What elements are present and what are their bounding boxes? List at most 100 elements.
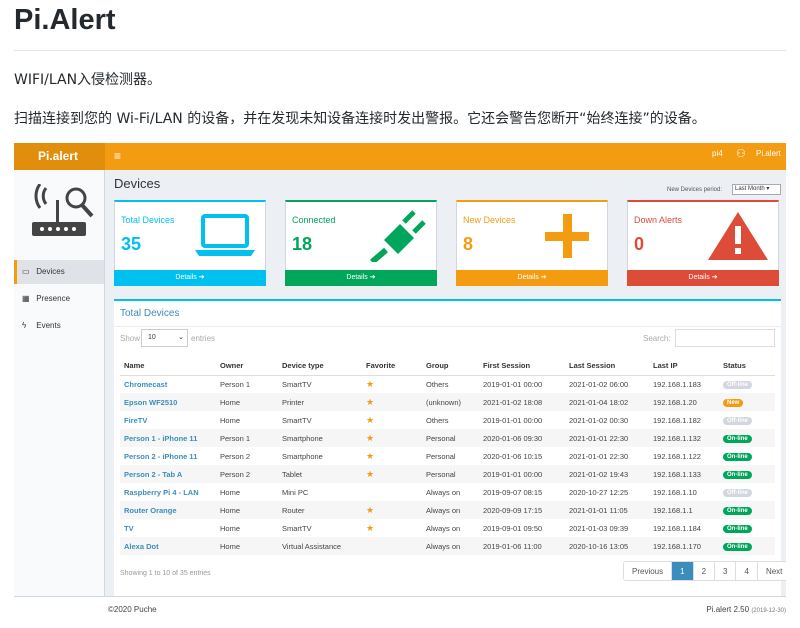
details-link[interactable]: Details ➔	[627, 270, 779, 286]
cell-status: On-line	[719, 447, 775, 465]
status-badge: On-line	[723, 453, 752, 461]
menu-toggle-icon[interactable]: ≡	[114, 148, 121, 165]
favorite-star-icon	[362, 483, 422, 501]
cell-group: (unknown)	[422, 393, 479, 411]
cell-type: Printer	[278, 393, 362, 411]
column-header[interactable]: Status	[719, 357, 775, 376]
column-header[interactable]: Group	[422, 357, 479, 376]
column-header[interactable]: First Session	[479, 357, 565, 376]
cell-type: SmartTV	[282, 379, 312, 389]
cell-owner: Home	[216, 537, 278, 555]
favorite-star-icon: ★	[366, 414, 375, 425]
panel-divider	[114, 326, 781, 327]
cell-ip: 192.168.1.1	[649, 501, 719, 519]
cell-first: 2020-01-06 10:15	[483, 451, 543, 461]
stat-value: 0	[634, 234, 645, 254]
cell-last: 2021-01-01 22:30	[569, 451, 629, 461]
cell-name[interactable]: Person 1 - iPhone 11	[120, 429, 216, 447]
cell-name[interactable]: TV	[120, 519, 216, 537]
page-button[interactable]: 4	[735, 562, 757, 580]
column-header[interactable]: Favorite	[362, 357, 422, 376]
column-header[interactable]: Name	[120, 357, 216, 376]
bolt-icon: ϟ	[22, 321, 27, 330]
period-select[interactable]: Last Month ▾	[732, 184, 781, 195]
cell-owner: Home	[216, 501, 278, 519]
table-row[interactable]: Alexa Dot Home Virtual Assistance Always on…	[120, 537, 775, 555]
cell-status: On-line	[719, 519, 775, 537]
entries-select[interactable]: 10 ⌄	[141, 329, 188, 347]
cell-type: Tablet	[278, 465, 362, 483]
calendar-icon: ▦	[22, 294, 30, 303]
sidebar-item-devices[interactable]: ▭ Devices	[14, 260, 104, 284]
cell-type: Router	[278, 501, 362, 519]
cell-name[interactable]: Alexa Dot	[120, 537, 216, 555]
stat-value: 18	[292, 234, 313, 254]
cell-name[interactable]: Epson WF2510	[120, 393, 216, 411]
cell-group: Always on	[422, 501, 479, 519]
sidebar-item-events[interactable]: ϟ Events	[14, 314, 104, 338]
sidebar-item-presence[interactable]: ▦ Presence	[14, 287, 104, 311]
users-icon[interactable]: ⚇	[736, 147, 746, 160]
table-row[interactable]: FireTV Home SmartTV ★ Others 2019-01-01 00:00…	[120, 411, 775, 429]
entries-label: entries	[191, 334, 216, 343]
page-button[interactable]: 2	[692, 562, 715, 580]
search-input[interactable]	[675, 329, 775, 347]
cell-owner: Home	[216, 393, 278, 411]
cell-status: Off-line	[719, 411, 775, 429]
stat-card-new[interactable]: New Devices 8 Details ➔	[456, 200, 608, 286]
plug-icon	[370, 210, 426, 262]
cell-group: Personal	[422, 465, 479, 483]
table-row[interactable]: Raspberry Pi 4 - LAN Home Mini PC Always on…	[120, 483, 775, 501]
page-button[interactable]: 3	[714, 562, 736, 580]
brand-logo[interactable]: Pi.alert	[14, 143, 105, 170]
user-menu[interactable]: Pi.alert	[756, 149, 781, 158]
favorite-star-icon	[362, 537, 422, 555]
cell-first: 2019-01-01 00:00	[483, 415, 543, 425]
readme-title: Pi.Alert	[14, 4, 116, 36]
table-row[interactable]: Chromecast Person 1 SmartTV ★ Others 2019-01-…	[120, 375, 775, 393]
stat-value: 35	[121, 234, 142, 254]
stat-card-connected[interactable]: Connected 18 Details ➔	[285, 200, 437, 286]
copyright-text: ©2020 Puche	[108, 605, 157, 614]
table-row[interactable]: Router Orange Home Router ★ Always on 2020-09…	[120, 501, 775, 519]
cell-status: Off-line	[719, 483, 775, 501]
cell-name[interactable]: Chromecast	[120, 375, 216, 393]
cell-first: 2019-09-07 08:15	[483, 487, 543, 497]
status-badge: On-line	[723, 543, 752, 551]
cell-name[interactable]: Person 2 - iPhone 11	[120, 447, 216, 465]
cell-group: Others	[426, 379, 449, 389]
page-title: Devices	[114, 176, 161, 191]
cell-group: Personal	[426, 451, 456, 461]
stat-card-down[interactable]: Down Alerts 0 Details ➔	[627, 200, 779, 286]
details-link[interactable]: Details ➔	[285, 270, 437, 286]
cell-name[interactable]: FireTV	[120, 411, 216, 429]
cell-ip: 192.168.1.170	[649, 537, 719, 555]
previous-button[interactable]: Previous	[624, 562, 672, 580]
table-row[interactable]: TV Home SmartTV ★ Always on 2019-09-01 09:50 2…	[120, 519, 775, 537]
cell-name[interactable]: Router Orange	[120, 501, 216, 519]
column-header[interactable]: Last IP	[649, 357, 719, 376]
cell-last: 2021-01-01 11:05	[565, 501, 649, 519]
cell-ip: 192.168.1.182	[653, 415, 701, 425]
details-link[interactable]: Details ➔	[114, 270, 266, 286]
column-header[interactable]: Owner	[216, 357, 278, 376]
cell-name[interactable]: Person 2 - Tab A	[120, 465, 216, 483]
page-button[interactable]: 1	[671, 562, 693, 580]
status-badge: On-line	[723, 507, 752, 515]
table-row[interactable]: Person 2 - Tab A Person 2 Tablet ★ Personal 2…	[120, 465, 775, 483]
table-row[interactable]: Person 1 - iPhone 11 Person 1 Smartphone ★ P…	[120, 429, 775, 447]
cell-last: 2021-01-01 22:30	[565, 429, 649, 447]
stat-card-total[interactable]: Total Devices 35 Details ➔	[114, 200, 266, 286]
next-button[interactable]: Next	[756, 562, 786, 580]
favorite-star-icon: ★	[366, 522, 375, 533]
cell-name[interactable]: Raspberry Pi 4 - LAN	[120, 483, 216, 501]
chevron-down-icon: ⌄	[178, 334, 184, 341]
details-link[interactable]: Details ➔	[456, 270, 608, 286]
cell-last: 2021-01-02 00:30	[569, 415, 629, 425]
favorite-star-icon: ★	[366, 378, 375, 389]
table-row[interactable]: Person 2 - iPhone 11 Person 2 Smartphone ★ P…	[120, 447, 775, 465]
table-row[interactable]: Epson WF2510 Home Printer ★ (unknown) 2021-01…	[120, 393, 775, 411]
main-content: Devices New Devices period: Last Month ▾…	[105, 170, 786, 615]
column-header[interactable]: Last Session	[565, 357, 649, 376]
column-header[interactable]: Device type	[278, 357, 362, 376]
